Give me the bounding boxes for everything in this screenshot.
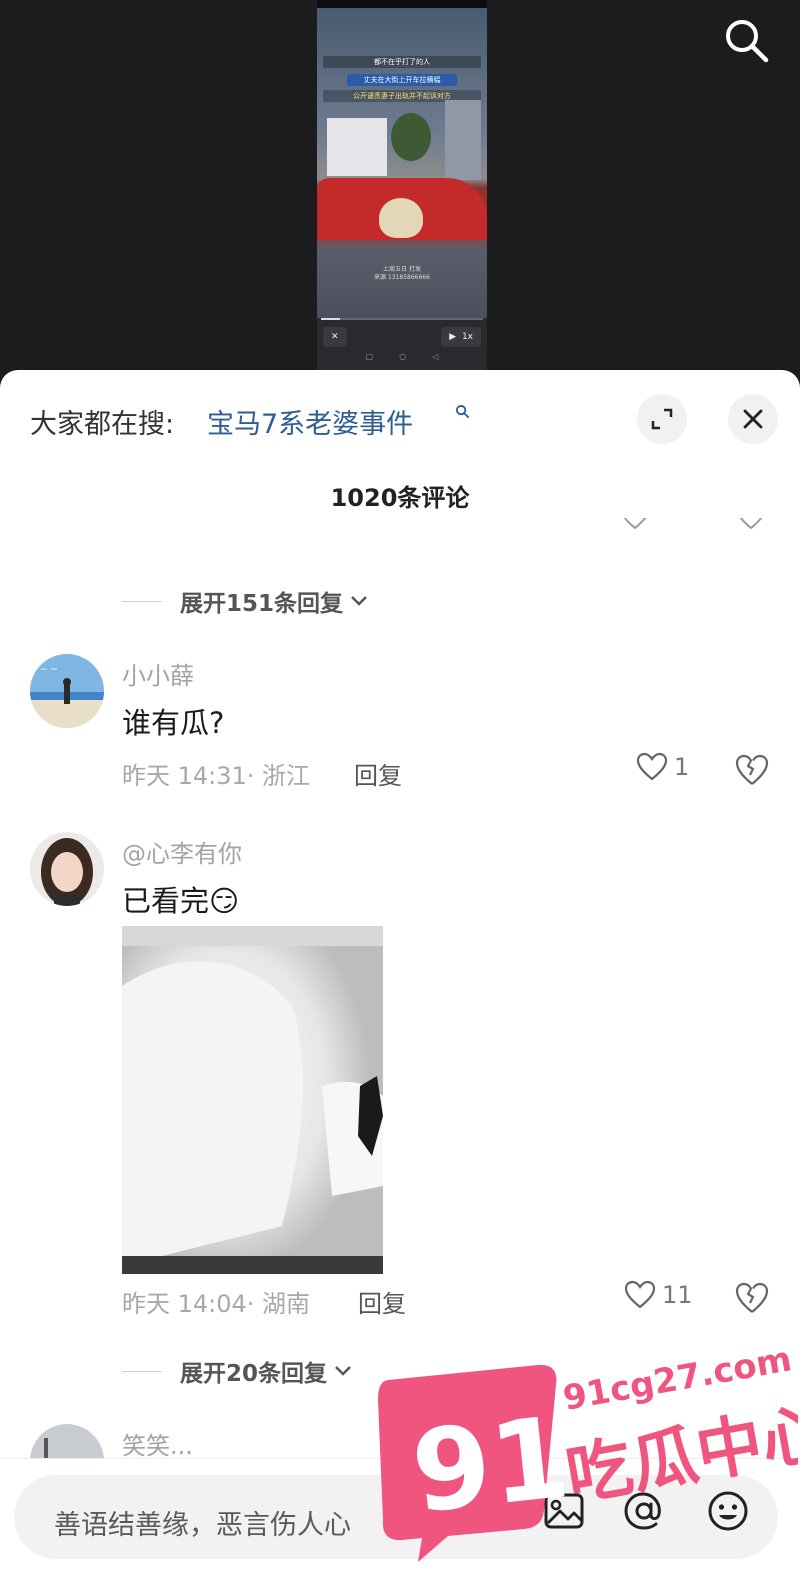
comment-meta: 昨天 14:04· 湖南 — [122, 1290, 311, 1318]
building-shape — [327, 118, 387, 176]
mention-icon[interactable] — [622, 1489, 666, 1533]
tree-shape — [391, 113, 431, 161]
reply-button[interactable]: 回复 — [358, 1284, 406, 1319]
trending-prefix: 大家都在搜: — [30, 409, 175, 440]
comment-meta: 昨天 14:31· 浙江 — [122, 762, 311, 790]
image-picker-icon[interactable] — [542, 1489, 586, 1533]
heart-icon — [624, 1280, 656, 1309]
video-play-speed-button[interactable]: ▶ 1x — [441, 327, 481, 347]
square-icon: ▢ — [365, 352, 374, 361]
expand-replies-label: 展开20条回复 — [180, 1361, 328, 1387]
video-close-button[interactable]: ✕ — [323, 327, 347, 347]
comments-sheet: 大家都在搜: 宝马7系老婆事件 1020条评论 展开151条回复 ~ ~ 小小薛… — [0, 370, 800, 1578]
comment-text: 已看完😏 — [122, 884, 240, 918]
avatar[interactable]: ~ ~ — [30, 654, 104, 728]
speed-label: 1x — [461, 332, 473, 342]
comment-text: 谁有瓜? — [122, 706, 225, 740]
expand-icon — [651, 408, 673, 430]
video-frame: 都不在乎打了的人 丈夫在大街上开车拉横幅 公开谴责妻子出轨并不起诉对方 上周五日… — [317, 8, 487, 318]
small-search-icon — [455, 404, 470, 419]
chevron-down-icon — [351, 596, 367, 606]
expand-replies-20[interactable]: 展开20条回复 — [122, 1354, 353, 1388]
search-icon[interactable] — [722, 16, 770, 64]
comment-input-placeholder: 善语结善缘，恶言伤人心 — [54, 1510, 351, 1541]
reply-button[interactable]: 回复 — [354, 756, 402, 791]
avatar-woman-image — [30, 832, 104, 906]
video-caption-2: 丈夫在大街上开车拉横幅 — [347, 74, 457, 86]
sheet-header: 大家都在搜: 宝马7系老婆事件 1020条评论 — [0, 370, 800, 512]
close-button[interactable] — [728, 394, 778, 444]
close-icon — [743, 409, 763, 429]
scrolled-off-comment-meta — [180, 518, 780, 542]
circle-icon: ○ — [399, 352, 407, 361]
divider-line — [122, 1370, 162, 1372]
play-icon: ▶ — [449, 332, 457, 342]
like-count: 11 — [662, 1281, 693, 1309]
comment-username[interactable]: 小小薛 — [122, 656, 194, 691]
divider-line — [122, 600, 162, 602]
expand-replies-label: 展开151条回复 — [180, 591, 344, 617]
comment-count-title: 1020条评论 — [330, 484, 470, 512]
like-button[interactable]: 11 — [624, 1280, 693, 1310]
tower-shape — [445, 100, 481, 180]
video-progress-bar[interactable] — [321, 318, 483, 320]
avatar[interactable] — [30, 832, 104, 906]
video-thumbnail[interactable]: 都不在乎打了的人 丈夫在大街上开车拉横幅 公开谴责妻子出轨并不起诉对方 上周五日… — [317, 0, 487, 372]
video-progress-fill — [321, 318, 341, 320]
phone-nav-bar: ▢ ○ ◁ — [317, 352, 487, 368]
broken-heart-icon[interactable] — [734, 752, 770, 788]
video-footer-text: 上周五日 打发 来源 13185866666 — [374, 266, 430, 281]
heart-icon — [636, 752, 668, 781]
broken-heart-icon[interactable] — [734, 1280, 770, 1316]
heart-icon-cut — [623, 518, 647, 530]
like-button[interactable]: 1 — [636, 752, 689, 782]
phone-status-bar — [317, 0, 487, 8]
video-caption-1: 都不在乎打了的人 — [323, 56, 481, 68]
video-player-area[interactable]: 都不在乎打了的人 丈夫在大街上开车拉横幅 公开谴责妻子出轨并不起诉对方 上周五日… — [0, 0, 800, 378]
triangle-back-icon: ◁ — [432, 352, 439, 361]
expand-replies-151[interactable]: 展开151条回复 — [122, 584, 369, 618]
comment-input-bar: 善语结善缘，恶言伤人心 — [0, 1458, 800, 1578]
avatar-beach-image: ~ ~ — [30, 654, 104, 728]
emoji-icon[interactable] — [706, 1489, 750, 1533]
like-count: 1 — [674, 753, 690, 781]
expand-button[interactable] — [637, 394, 687, 444]
comment-username[interactable]: 笑笑... — [122, 1426, 193, 1461]
svg-text:~ ~: ~ ~ — [40, 665, 58, 675]
comment-image-attachment[interactable] — [122, 926, 383, 1274]
trending-search-link[interactable]: 宝马7系老婆事件 — [207, 402, 413, 441]
helmet-shape — [379, 198, 423, 238]
chevron-down-icon — [335, 1366, 351, 1376]
blurred-photo — [122, 926, 383, 1274]
comment-username[interactable]: @心李有你 — [122, 834, 242, 869]
broken-heart-icon-cut — [739, 518, 763, 530]
video-controls: ✕ ▶ 1x — [317, 324, 487, 350]
